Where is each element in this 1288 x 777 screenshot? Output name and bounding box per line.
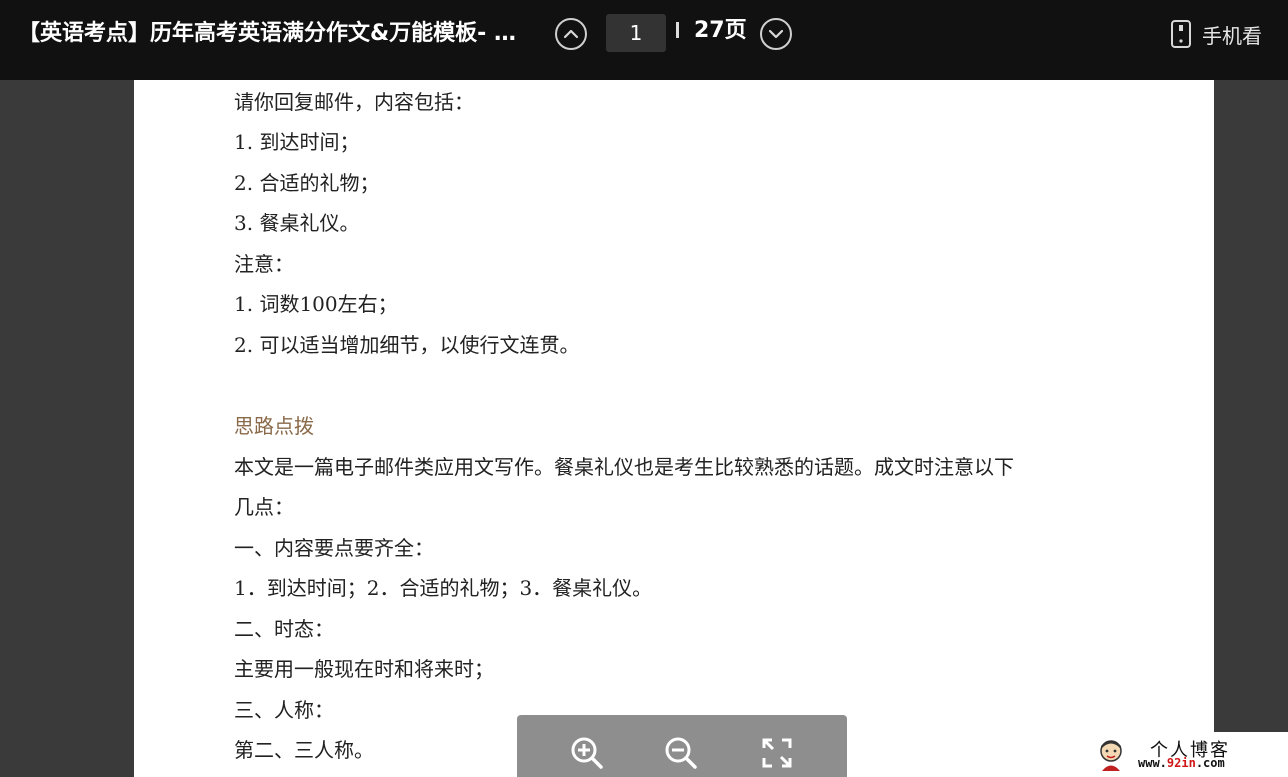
text-line: 2. 合适的礼物； [234, 171, 380, 195]
mobile-view-label: 手机看 [1202, 23, 1262, 48]
text-line: 一、内容要点要齐全： [234, 536, 434, 560]
text-line: 第二、三人称。 [234, 738, 374, 762]
page-total: 27页 [694, 18, 747, 43]
zoom-toolbar [517, 715, 847, 777]
chevron-down-icon [768, 29, 784, 39]
zoom-out-button[interactable] [663, 735, 699, 771]
watermark-url: www.92in.com [1138, 756, 1225, 770]
text-line: 注意： [234, 252, 294, 276]
text-line: 几点： [234, 495, 294, 519]
phone-icon [1171, 20, 1191, 48]
fullscreen-button[interactable] [759, 735, 795, 771]
text-line: 本文是一篇电子邮件类应用文写作。餐桌礼仪也是考生比较熟悉的话题。成文时注意以下 [234, 455, 1014, 479]
mobile-view-button[interactable]: 手机看 [1170, 18, 1262, 50]
zoom-in-button[interactable] [569, 735, 605, 771]
text-line: 2. 可以适当增加细节，以使行文连贯。 [234, 333, 580, 357]
url-suffix: .com [1195, 756, 1225, 770]
chevron-up-icon [563, 29, 579, 39]
page-number-input[interactable] [606, 14, 666, 52]
text-line: 1．到达时间；2．合适的礼物；3．餐桌礼仪。 [234, 576, 653, 600]
next-page-button[interactable] [760, 18, 792, 50]
previous-page-button[interactable] [555, 18, 587, 50]
zoom-out-icon [665, 737, 697, 769]
text-line: 主要用一般现在时和将来时； [234, 657, 494, 681]
section-heading: 思路点拨 [234, 414, 314, 438]
text-line: 二、时态： [234, 617, 334, 641]
url-highlight: 92in [1166, 756, 1196, 770]
avatar-logo [1100, 740, 1122, 771]
text-line: 三、人称： [234, 698, 334, 722]
fullscreen-icon [762, 738, 792, 768]
page-separator [676, 22, 679, 38]
text-line: 1. 到达时间； [234, 130, 360, 154]
text-line: 1. 词数100左右； [234, 292, 398, 316]
document-title: 【英语考点】历年高考英语满分作文&万能模板- 2021年高考英语满分作文 [18, 21, 518, 46]
top-toolbar: 【英语考点】历年高考英语满分作文&万能模板- 2021年高考英语满分作文 27页… [0, 0, 1288, 80]
text-line: 请你回复邮件，内容包括： [234, 90, 474, 114]
url-prefix: www. [1138, 756, 1167, 770]
blog-watermark: 个人博客 www.92in.com [1090, 732, 1288, 777]
text-line: 3. 餐桌礼仪。 [234, 211, 360, 235]
document-page: 请你回复邮件，内容包括： 1. 到达时间； 2. 合适的礼物； 3. 餐桌礼仪。… [134, 80, 1214, 777]
zoom-in-icon [571, 737, 603, 769]
